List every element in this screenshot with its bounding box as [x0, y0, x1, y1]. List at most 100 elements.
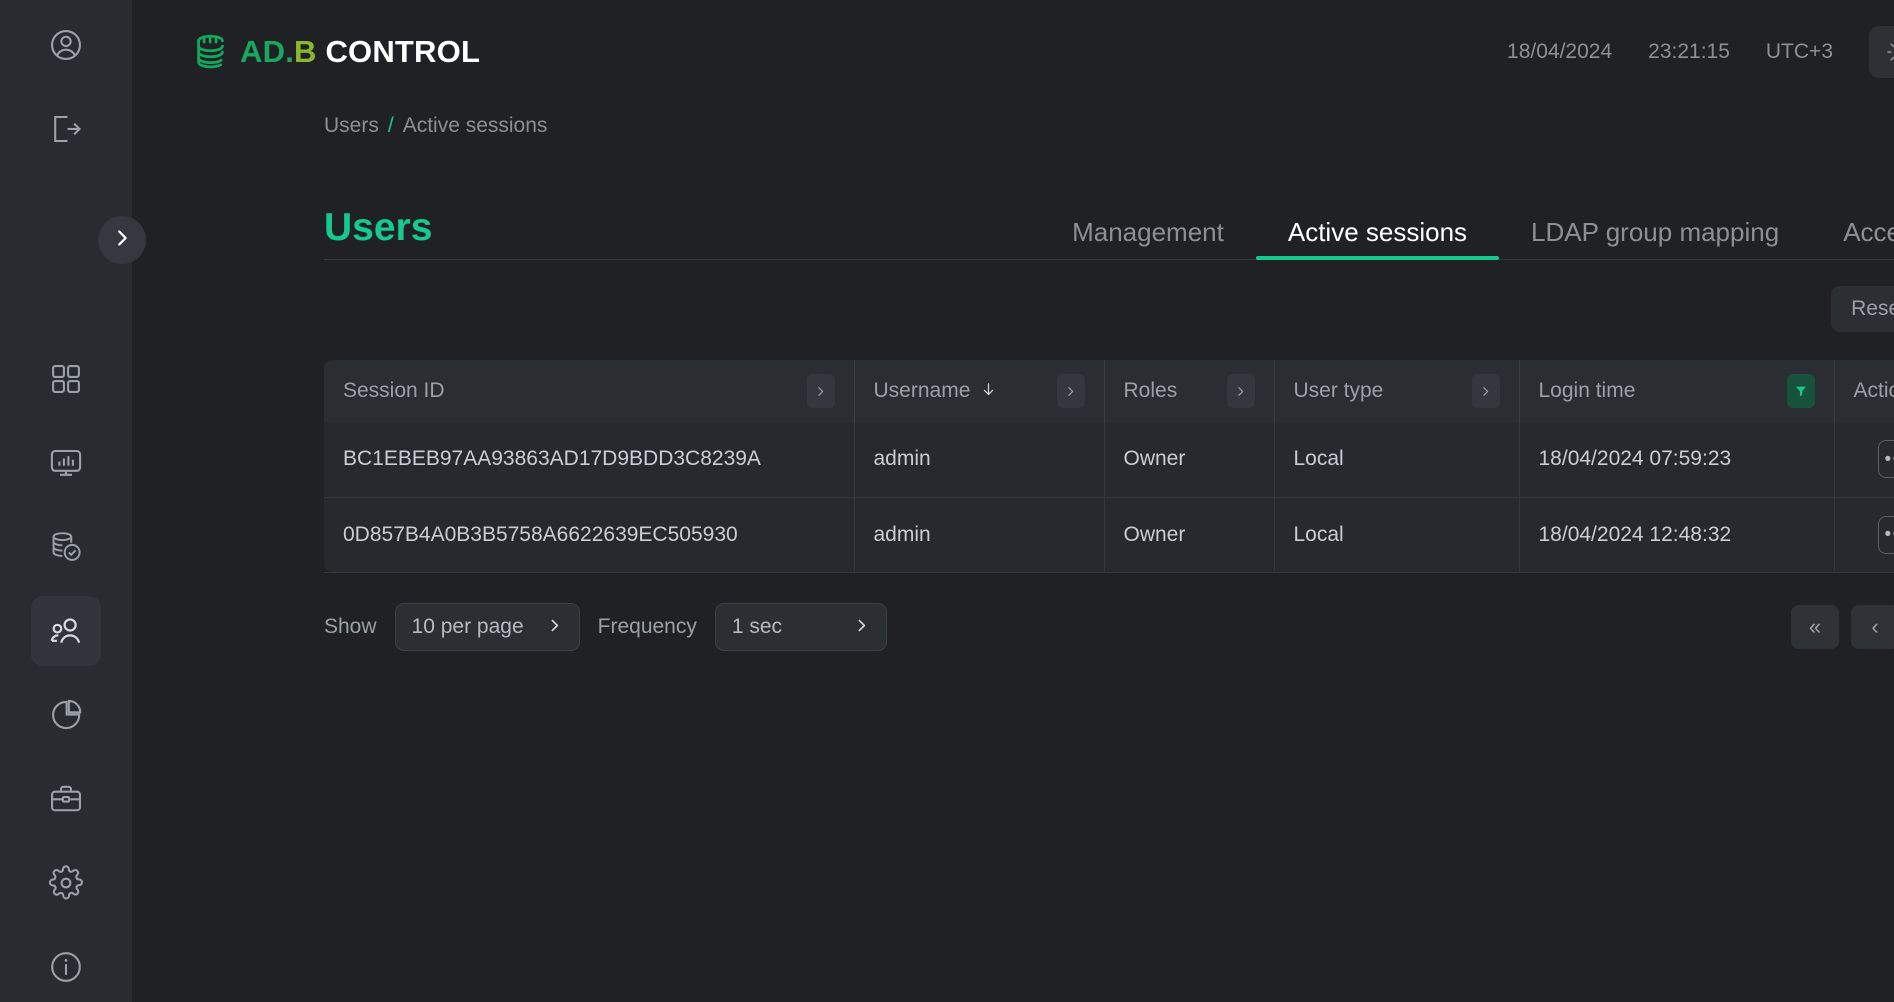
main-content: AD.B CONTROL 18/04/2024 23:21:15 UTC+3: [132, 0, 1894, 1002]
table-body: BC1EBEB97AA93863AD17D9BDD3C8239A admin O…: [324, 422, 1894, 572]
sort-desc-icon: [980, 381, 997, 402]
sidebar-item-users[interactable]: [31, 596, 101, 666]
breadcrumb-separator: /: [388, 114, 394, 138]
column-label-username: Username: [874, 379, 971, 403]
logo-text-control: CONTROL: [325, 34, 480, 69]
column-header-login-time[interactable]: Login time: [1519, 360, 1834, 422]
footer-controls: Show 10 per page Frequency 1 sec: [324, 603, 887, 651]
logout-icon: [48, 111, 84, 147]
sidebar-item-jobs[interactable]: [31, 764, 101, 834]
show-label: Show: [324, 615, 377, 639]
breadcrumb-current: Active sessions: [403, 114, 548, 138]
row-actions-button[interactable]: •••: [1878, 516, 1894, 554]
sidebar-nav-group: [31, 344, 101, 1002]
pie-chart-icon: [48, 697, 84, 733]
reset-button-label: Reset: [1851, 297, 1894, 321]
frequency-value: 1 sec: [732, 615, 782, 639]
column-menu-icon-user-type[interactable]: [1472, 374, 1500, 408]
sidebar-expand-button[interactable]: [98, 216, 146, 264]
column-label-session-id: Session ID: [343, 379, 445, 403]
column-menu-icon-roles[interactable]: [1227, 374, 1255, 408]
tab-ldap-group-mapping[interactable]: LDAP group mapping: [1499, 219, 1811, 259]
cell-user-type: Local: [1274, 497, 1519, 572]
logo-wordmark: AD.B CONTROL: [240, 34, 480, 70]
logo-text-ad: AD: [240, 34, 285, 69]
cell-user-type: Local: [1274, 422, 1519, 497]
column-header-roles[interactable]: Roles: [1104, 360, 1274, 422]
sidebar-item-backups[interactable]: [31, 512, 101, 582]
cell-username: admin: [854, 422, 1104, 497]
column-header-action: Action: [1834, 360, 1894, 422]
row-actions-button[interactable]: •••: [1878, 440, 1894, 478]
column-label-user-type: User type: [1294, 379, 1384, 403]
tab-active-sessions[interactable]: Active sessions: [1256, 219, 1499, 259]
info-circle-icon: [48, 949, 84, 985]
sidebar-item-profile[interactable]: [31, 10, 101, 80]
page-size-select[interactable]: 10 per page: [395, 603, 580, 651]
app-logo[interactable]: AD.B CONTROL: [192, 30, 480, 74]
tab-bar: Management Active sessions LDAP group ma…: [1040, 191, 1894, 259]
frequency-label: Frequency: [598, 615, 697, 639]
page-title: Users: [324, 208, 432, 259]
pagination: « ‹ ›: [1791, 605, 1894, 649]
sidebar: [0, 0, 132, 1002]
cell-session-id: BC1EBEB97AA93863AD17D9BDD3C8239A: [324, 422, 854, 497]
app-root: AD.B CONTROL 18/04/2024 23:21:15 UTC+3: [0, 0, 1894, 1002]
table-row[interactable]: 0D857B4A0B3B5758A6622639EC505930 admin O…: [324, 497, 1894, 572]
logo-text-b: B: [294, 34, 317, 69]
breadcrumb-root[interactable]: Users: [324, 114, 379, 138]
column-header-session-id[interactable]: Session ID: [324, 360, 854, 422]
grid-icon: [48, 361, 84, 397]
database-stack-icon: [192, 30, 236, 74]
database-check-icon: [48, 529, 84, 565]
page-header: Users Management Active sessions LDAP gr…: [324, 192, 1894, 260]
table-row[interactable]: BC1EBEB97AA93863AD17D9BDD3C8239A admin O…: [324, 422, 1894, 497]
filter-icon-login-time[interactable]: [1787, 374, 1815, 408]
logo-text-dot: .: [285, 34, 294, 69]
prev-page-button[interactable]: ‹: [1851, 605, 1894, 649]
table-footer: Show 10 per page Frequency 1 sec « ‹: [324, 603, 1894, 651]
column-menu-icon-username[interactable]: [1057, 374, 1085, 408]
top-bar: AD.B CONTROL 18/04/2024 23:21:15 UTC+3: [132, 0, 1894, 104]
tab-management[interactable]: Management: [1040, 219, 1256, 259]
table-head: Session ID Username: [324, 360, 1894, 422]
chevron-right-icon: [111, 227, 133, 254]
cell-login-time: 18/04/2024 12:48:32: [1519, 497, 1834, 572]
column-header-username[interactable]: Username: [854, 360, 1104, 422]
users-icon: [47, 612, 85, 650]
chevron-right-icon: [546, 614, 563, 640]
reset-button[interactable]: Reset: [1831, 286, 1894, 332]
cell-roles: Owner: [1104, 422, 1274, 497]
table-header-row: Session ID Username: [324, 360, 1894, 422]
sun-icon[interactable]: [1886, 39, 1894, 65]
column-label-login-time: Login time: [1539, 379, 1636, 403]
timezone-label: UTC+3: [1766, 40, 1833, 64]
cell-login-time: 18/04/2024 07:59:23: [1519, 422, 1834, 497]
briefcase-icon: [48, 781, 84, 817]
frequency-select[interactable]: 1 sec: [715, 603, 887, 651]
cell-action: •••: [1834, 497, 1894, 572]
current-date: 18/04/2024: [1507, 40, 1612, 64]
breadcrumb: Users / Active sessions: [132, 104, 1894, 138]
cell-action: •••: [1834, 422, 1894, 497]
sessions-table-container: Session ID Username: [324, 360, 1894, 573]
first-page-button[interactable]: «: [1791, 605, 1839, 649]
cell-username: admin: [854, 497, 1104, 572]
user-circle-icon: [48, 27, 84, 63]
column-header-user-type[interactable]: User type: [1274, 360, 1519, 422]
sidebar-item-settings[interactable]: [31, 848, 101, 918]
sidebar-item-logout[interactable]: [31, 94, 101, 164]
sidebar-top-group: [31, 10, 101, 164]
tab-access[interactable]: Access: [1811, 219, 1894, 259]
table-toolbar: Reset: [324, 260, 1894, 332]
sidebar-item-monitoring[interactable]: [31, 428, 101, 498]
current-time: 23:21:15: [1648, 40, 1730, 64]
sidebar-item-reports[interactable]: [31, 680, 101, 750]
column-menu-icon-session-id[interactable]: [807, 374, 835, 408]
gear-icon: [48, 865, 84, 901]
column-label-roles: Roles: [1124, 379, 1178, 403]
sidebar-item-about[interactable]: [31, 932, 101, 1002]
theme-toggle[interactable]: [1869, 26, 1894, 78]
sidebar-item-dashboard[interactable]: [31, 344, 101, 414]
page-size-value: 10 per page: [412, 615, 524, 639]
